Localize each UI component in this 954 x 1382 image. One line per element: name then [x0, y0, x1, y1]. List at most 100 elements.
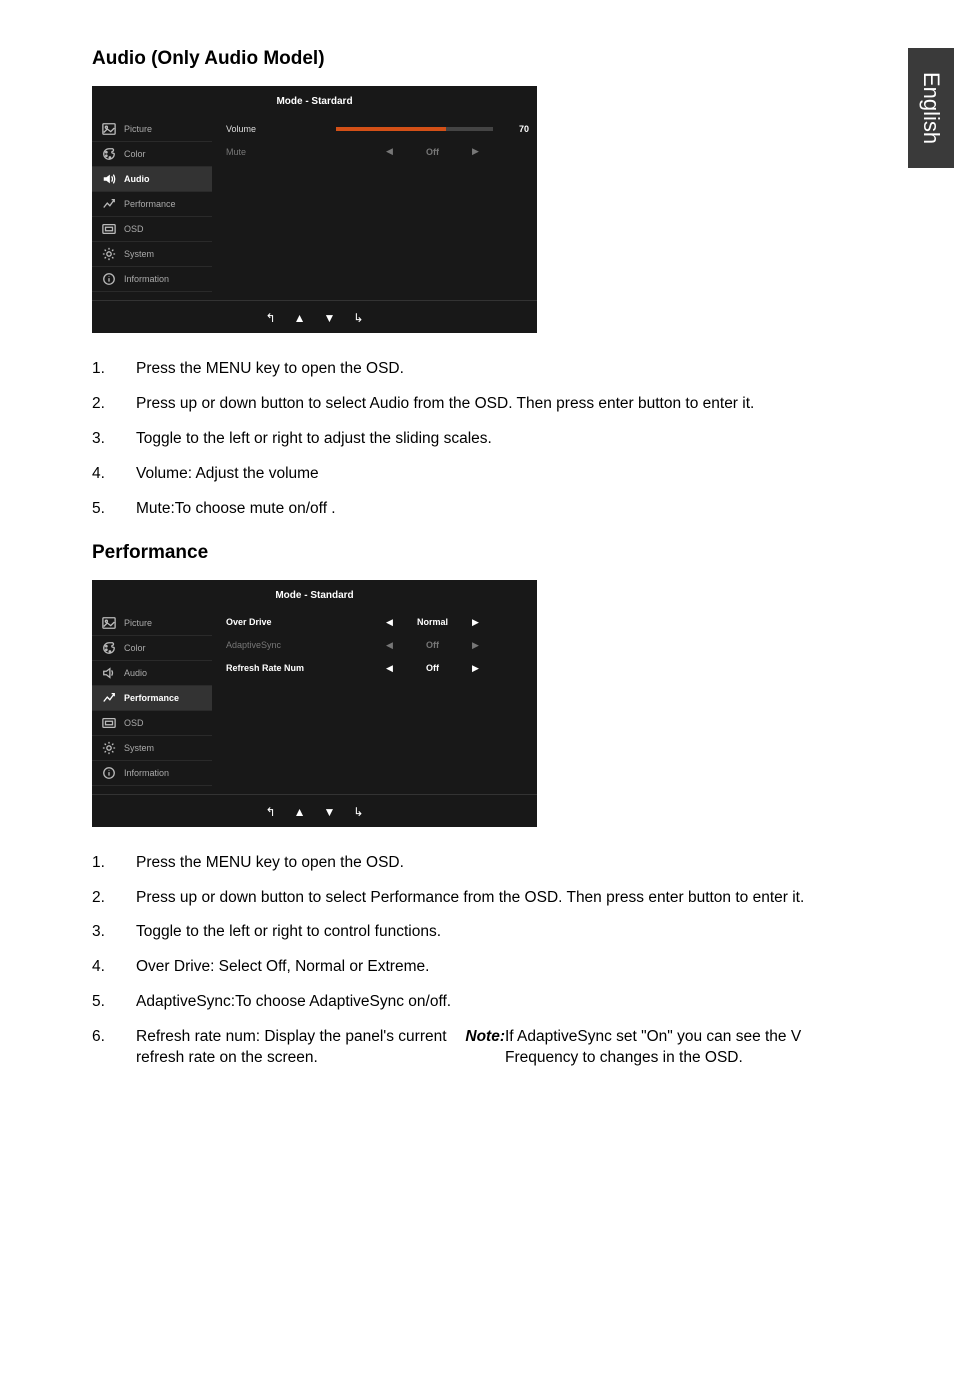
osd-row-overdrive[interactable]: Over Drive ◀ Normal ▶: [226, 611, 529, 634]
osd-footer-nav: ↰ ▲ ▼ ↳: [92, 794, 537, 827]
osd-sidebar: Picture Color Audio Performance OSD: [92, 611, 212, 786]
osd-mode-label: Mode - Stardard: [92, 86, 537, 117]
osd-row-volume[interactable]: Volume 70: [226, 117, 529, 140]
slider-fill: [336, 127, 446, 131]
up-icon[interactable]: ▲: [294, 311, 306, 325]
volume-value: 70: [503, 124, 529, 134]
osd-sidebar: Picture Color Audio Performance OSD: [92, 117, 212, 292]
sidebar-item-system[interactable]: System: [92, 242, 212, 267]
gear-icon: [102, 247, 116, 261]
down-icon[interactable]: ▼: [324, 805, 336, 819]
osd-icon: [102, 222, 116, 236]
sidebar-item-information[interactable]: Information: [92, 267, 212, 292]
mute-value: Off: [398, 147, 468, 157]
sidebar-item-color[interactable]: Color: [92, 636, 212, 661]
note-label: Note:: [465, 1027, 505, 1048]
instruction-step: AdaptiveSync:To choose AdaptiveSync on/o…: [92, 992, 862, 1013]
instruction-step: Over Drive: Select Off, Normal or Extrem…: [92, 957, 862, 978]
right-arrow-icon[interactable]: ▶: [468, 663, 484, 674]
sidebar-item-label: Picture: [124, 618, 152, 628]
overdrive-value: Normal: [398, 617, 468, 627]
right-arrow-icon[interactable]: ▶: [468, 146, 484, 157]
instruction-step: Mute:To choose mute on/off .: [92, 499, 862, 520]
speaker-icon: [102, 666, 116, 680]
sidebar-item-label: System: [124, 743, 154, 753]
sidebar-item-label: OSD: [124, 224, 144, 234]
instructions-audio: Press the MENU key to open the OSD. Pres…: [92, 359, 862, 520]
sidebar-item-label: OSD: [124, 718, 144, 728]
up-icon[interactable]: ▲: [294, 805, 306, 819]
sidebar-item-color[interactable]: Color: [92, 142, 212, 167]
row-label: Mute: [226, 147, 336, 157]
sidebar-item-label: Color: [124, 149, 146, 159]
adaptivesync-value: Off: [398, 640, 468, 650]
instruction-step: Toggle to the left or right to control f…: [92, 922, 862, 943]
osd-footer-nav: ↰ ▲ ▼ ↳: [92, 300, 537, 333]
picture-icon: [102, 122, 116, 136]
speaker-icon: [102, 172, 116, 186]
sidebar-item-label: Picture: [124, 124, 152, 134]
performance-icon: [102, 197, 116, 211]
enter-icon[interactable]: ↳: [353, 805, 363, 819]
performance-icon: [102, 691, 116, 705]
sidebar-item-information[interactable]: Information: [92, 761, 212, 786]
sidebar-item-label: Audio: [124, 174, 150, 184]
sidebar-item-label: Performance: [124, 199, 176, 209]
row-label: Over Drive: [226, 617, 336, 627]
back-icon[interactable]: ↰: [266, 805, 276, 819]
instruction-step: Refresh rate num: Display the panel's cu…: [92, 1027, 862, 1069]
palette-icon: [102, 147, 116, 161]
row-label: Refresh Rate Num: [226, 663, 336, 673]
info-icon: [102, 766, 116, 780]
sidebar-item-picture[interactable]: Picture: [92, 611, 212, 636]
section-heading-performance: Performance: [92, 542, 862, 564]
left-arrow-icon[interactable]: ◀: [382, 146, 398, 157]
section-heading-audio: Audio (Only Audio Model): [92, 48, 862, 70]
instruction-step: Toggle to the left or right to adjust th…: [92, 429, 862, 450]
row-label: Volume: [226, 124, 336, 134]
left-arrow-icon[interactable]: ◀: [382, 663, 398, 674]
sidebar-item-picture[interactable]: Picture: [92, 117, 212, 142]
sidebar-item-label: Color: [124, 643, 146, 653]
sidebar-item-osd[interactable]: OSD: [92, 217, 212, 242]
osd-icon: [102, 716, 116, 730]
back-icon[interactable]: ↰: [266, 311, 276, 325]
picture-icon: [102, 616, 116, 630]
sidebar-item-osd[interactable]: OSD: [92, 711, 212, 736]
right-arrow-icon[interactable]: ▶: [468, 617, 484, 628]
sidebar-item-label: Audio: [124, 668, 147, 678]
sidebar-item-label: Information: [124, 768, 169, 778]
osd-row-adaptivesync[interactable]: AdaptiveSync ◀ Off ▶: [226, 634, 529, 657]
palette-icon: [102, 641, 116, 655]
sidebar-item-performance[interactable]: Performance: [92, 686, 212, 711]
instruction-step: Press up or down button to select Perfor…: [92, 888, 862, 909]
instruction-step: Volume: Adjust the volume: [92, 464, 862, 485]
gear-icon: [102, 741, 116, 755]
left-arrow-icon[interactable]: ◀: [382, 617, 398, 628]
note-text: If AdaptiveSync set "On" you can see the…: [505, 1027, 862, 1069]
sidebar-item-system[interactable]: System: [92, 736, 212, 761]
osd-panel-audio: Mode - Stardard Picture Color Audio Perf…: [92, 86, 537, 333]
down-icon[interactable]: ▼: [324, 311, 336, 325]
refresh-value: Off: [398, 663, 468, 673]
enter-icon[interactable]: ↳: [353, 311, 363, 325]
language-tab: English: [908, 48, 954, 168]
sidebar-item-audio[interactable]: Audio: [92, 167, 212, 192]
sidebar-item-performance[interactable]: Performance: [92, 192, 212, 217]
sidebar-item-audio[interactable]: Audio: [92, 661, 212, 686]
osd-mode-label: Mode - Standard: [92, 580, 537, 611]
sidebar-item-label: Information: [124, 274, 169, 284]
right-arrow-icon[interactable]: ▶: [468, 640, 484, 651]
volume-slider[interactable]: [336, 127, 493, 131]
osd-row-mute[interactable]: Mute ◀ Off ▶: [226, 140, 529, 163]
instructions-performance: Press the MENU key to open the OSD. Pres…: [92, 853, 862, 1069]
osd-row-refresh[interactable]: Refresh Rate Num ◀ Off ▶: [226, 657, 529, 680]
sidebar-item-label: Performance: [124, 693, 179, 703]
instruction-step: Press the MENU key to open the OSD.: [92, 853, 862, 874]
left-arrow-icon[interactable]: ◀: [382, 640, 398, 651]
row-label: AdaptiveSync: [226, 640, 336, 650]
instruction-step: Press up or down button to select Audio …: [92, 394, 862, 415]
instruction-step: Press the MENU key to open the OSD.: [92, 359, 862, 380]
sidebar-item-label: System: [124, 249, 154, 259]
osd-panel-performance: Mode - Standard Picture Color Audio Perf…: [92, 580, 537, 827]
